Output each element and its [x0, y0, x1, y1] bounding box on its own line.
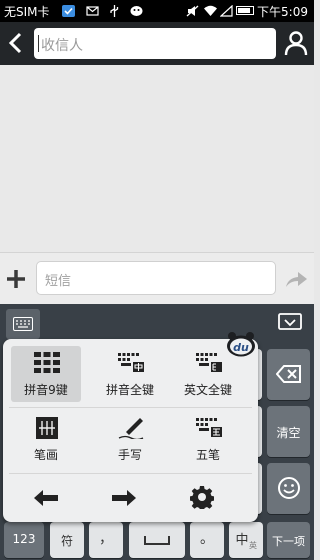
message-thread: [0, 65, 314, 252]
number-label: 123: [12, 532, 36, 546]
send-arrow-icon[interactable]: [284, 269, 308, 289]
signal-icon: [220, 5, 233, 17]
carrier-label: 无SIM卡: [4, 5, 50, 19]
menu-label: 笔画: [33, 448, 58, 462]
shield-app-icon: [62, 5, 75, 17]
comma-label: ，: [99, 531, 113, 547]
back-arrow-icon[interactable]: [6, 31, 28, 55]
menu-item-handwriting[interactable]: 手写: [95, 411, 165, 467]
recipient-input[interactable]: 收信人: [34, 28, 276, 59]
wubi-icon: [196, 418, 222, 437]
clear-key[interactable]: 清空: [267, 406, 310, 457]
status-bar: 无SIM卡 下午5:09: [0, 0, 314, 22]
text-cursor: [38, 35, 39, 52]
english-full-icon: [196, 353, 222, 372]
settings-gear-icon[interactable]: [190, 485, 214, 509]
symbol-key[interactable]: 符: [50, 522, 84, 558]
menu-label: 拼音全键: [105, 383, 154, 397]
contact-picker-icon[interactable]: [284, 30, 308, 56]
sms-placeholder: 短信: [45, 274, 72, 289]
handwriting-icon: [118, 418, 144, 439]
space-key[interactable]: [129, 522, 185, 558]
android-icon: [130, 6, 143, 16]
pinyin-full-icon: [118, 353, 144, 372]
clock: 下午5:09: [257, 5, 308, 19]
number-key[interactable]: 123: [4, 522, 44, 558]
recipient-placeholder: 收信人: [41, 38, 83, 54]
period-key[interactable]: 。: [190, 522, 224, 558]
compose-header: 收信人: [0, 22, 314, 65]
menu-label: 英文全键: [183, 383, 232, 397]
menu-item-pinyin-full[interactable]: 拼音全键: [95, 346, 165, 402]
attach-plus-icon[interactable]: [6, 269, 26, 289]
compose-bar: 短信: [0, 252, 314, 304]
next-field-key[interactable]: 下一项: [267, 522, 310, 558]
smiley-icon: [278, 477, 300, 499]
wifi-icon: [204, 5, 217, 16]
mute-icon: [186, 5, 199, 17]
menu-divider: [9, 407, 252, 408]
du-text: du: [233, 341, 249, 354]
keyboard-switch-button[interactable]: [6, 309, 40, 339]
menu-label: 手写: [117, 448, 142, 462]
hide-keyboard-icon[interactable]: [276, 312, 304, 334]
cursor-left-icon[interactable]: [33, 489, 59, 507]
stroke-icon: [36, 417, 58, 439]
clear-label: 清空: [276, 426, 301, 440]
language-sub-label: 英: [249, 541, 257, 550]
language-key[interactable]: 中 英: [229, 522, 263, 558]
sms-input[interactable]: 短信: [36, 261, 276, 295]
menu-item-wubi[interactable]: 五笔: [173, 411, 243, 467]
keyboard-icon: [13, 317, 33, 331]
emoji-key[interactable]: [267, 463, 310, 514]
pinyin-9key-icon: [34, 352, 60, 373]
symbol-label: 符: [60, 534, 73, 548]
backspace-key[interactable]: [267, 349, 310, 400]
mail-icon: [86, 6, 99, 16]
battery-icon: [236, 6, 254, 15]
space-icon: [144, 536, 170, 545]
period-label: 。: [200, 531, 214, 547]
comma-key[interactable]: ，: [89, 522, 123, 558]
menu-item-pinyin-9key[interactable]: 拼音9键: [11, 346, 81, 402]
input-method-menu: 拼音9键 拼音全键 英文全键 笔画 手写 五笔: [3, 339, 258, 522]
menu-divider: [9, 473, 252, 474]
cursor-right-icon[interactable]: [111, 489, 137, 507]
backspace-icon: [276, 365, 301, 383]
menu-label: 拼音9键: [24, 383, 68, 397]
menu-item-stroke[interactable]: 笔画: [11, 411, 81, 467]
menu-label: 五笔: [195, 448, 220, 462]
next-label: 下一项: [272, 535, 305, 548]
du-logo-badge: du: [227, 332, 255, 357]
usb-icon: [110, 5, 119, 17]
